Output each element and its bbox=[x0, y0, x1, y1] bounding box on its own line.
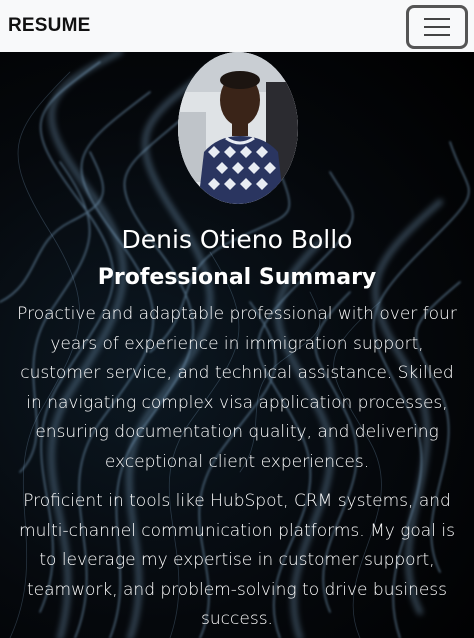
brand-title[interactable]: RESUME bbox=[8, 15, 91, 37]
profile-name: Denis Otieno Bollo bbox=[121, 225, 353, 254]
hamburger-menu-icon bbox=[424, 18, 450, 20]
menu-toggle-button[interactable] bbox=[406, 5, 468, 49]
profile-photo-image bbox=[178, 52, 298, 204]
section-title: Professional Summary bbox=[97, 265, 377, 290]
hero-section: Denis Otieno Bollo Professional Summary … bbox=[0, 52, 474, 638]
summary-paragraph-2: Proficient in tools like HubSpot, CRM sy… bbox=[19, 491, 455, 629]
hamburger-menu-icon-line bbox=[424, 26, 450, 28]
profile-summary: Denis Otieno Bollo Professional Summary … bbox=[0, 220, 474, 638]
profile-photo bbox=[178, 52, 298, 204]
summary-paragraph-1: Proactive and adaptable professional wit… bbox=[17, 304, 457, 472]
navbar: RESUME bbox=[0, 0, 474, 52]
hamburger-menu-icon-line bbox=[424, 34, 450, 36]
